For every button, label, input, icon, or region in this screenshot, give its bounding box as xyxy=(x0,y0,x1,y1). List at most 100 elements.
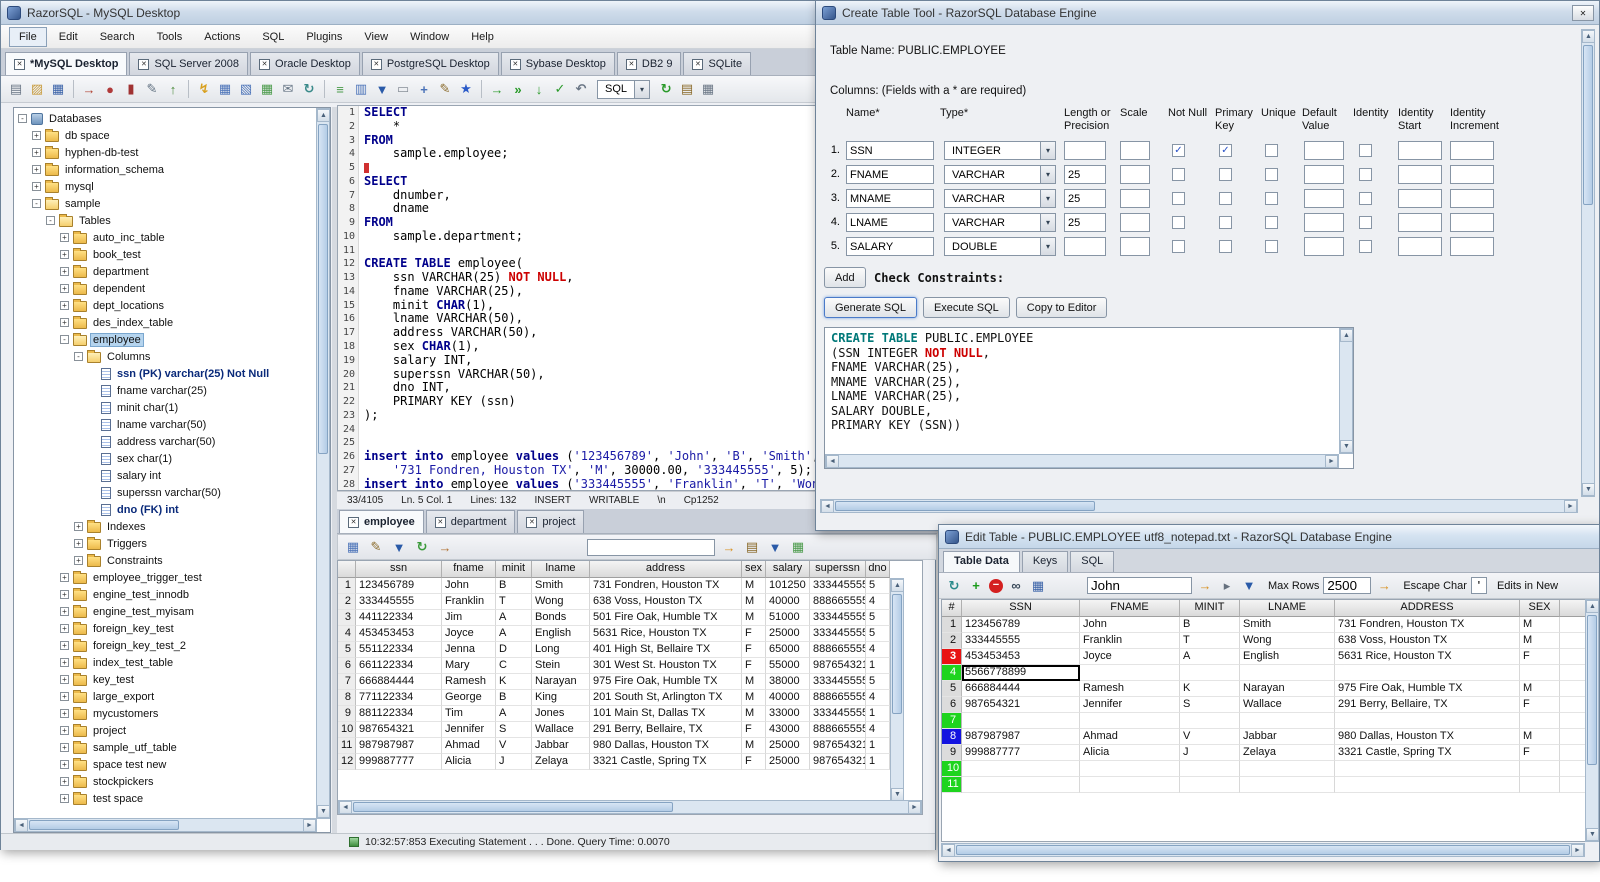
tree-item[interactable]: + department xyxy=(14,263,315,280)
close-tab-icon[interactable]: ✕ xyxy=(370,58,382,70)
generated-sql-box[interactable]: CREATE TABLE PUBLIC.EMPLOYEE (SSN INTEGER… xyxy=(824,327,1354,469)
tab-sql-server-2008[interactable]: ✕ SQL Server 2008 xyxy=(129,52,249,75)
cell[interactable]: Wallace xyxy=(1240,697,1335,713)
cell[interactable]: 980 Dallas, Houston TX xyxy=(1335,729,1520,745)
tree-item[interactable]: + Constraints xyxy=(14,552,315,569)
cell[interactable]: F xyxy=(742,754,766,770)
column-name-input[interactable] xyxy=(846,213,934,232)
edit-hscroll-thumb[interactable] xyxy=(956,845,1570,855)
cell[interactable]: V xyxy=(496,738,532,754)
cell[interactable]: F xyxy=(1520,649,1560,665)
tab-sybase-desktop[interactable]: ✕ Sybase Desktop xyxy=(500,52,615,75)
combo-arrow-icon[interactable]: ▾ xyxy=(1040,142,1055,159)
cell[interactable]: 666884444 xyxy=(962,681,1080,697)
identity-increment-input[interactable] xyxy=(1450,141,1494,160)
tree-expander-icon[interactable]: - xyxy=(32,199,41,208)
find-icon[interactable]: ∞ xyxy=(1007,577,1025,595)
tree-expander-icon[interactable]: + xyxy=(32,165,41,174)
cell[interactable]: 5631 Rice, Houston TX xyxy=(1335,649,1520,665)
column-name-input[interactable] xyxy=(846,237,934,256)
tree-expander-icon[interactable]: + xyxy=(60,573,69,582)
cell[interactable]: 975 Fire Oak, Humble TX xyxy=(590,674,742,690)
cell[interactable]: 1 xyxy=(866,658,890,674)
cell[interactable] xyxy=(1240,761,1335,777)
tree-item[interactable]: lname varchar(50) xyxy=(14,416,315,433)
tree-expander-icon[interactable]: + xyxy=(60,250,69,259)
cell[interactable]: M xyxy=(742,738,766,754)
refresh-results-icon[interactable]: ↻ xyxy=(413,538,431,556)
length-input[interactable] xyxy=(1064,165,1106,184)
tree-expander-icon[interactable]: + xyxy=(60,794,69,803)
column-name-input[interactable] xyxy=(846,141,934,160)
results-hscroll-thumb[interactable] xyxy=(353,802,673,812)
tree-item[interactable]: + db space xyxy=(14,127,315,144)
scale-input[interactable] xyxy=(1120,237,1150,256)
cell[interactable]: Ahmad xyxy=(1080,729,1180,745)
tree-item[interactable]: + Indexes xyxy=(14,518,315,535)
import-icon[interactable]: → xyxy=(80,80,98,98)
cell[interactable]: F xyxy=(1520,697,1560,713)
tree-expander-icon[interactable]: + xyxy=(60,760,69,769)
locate-icon[interactable]: ▸ xyxy=(1218,577,1236,595)
cell[interactable]: 101250 xyxy=(766,578,810,594)
tree-item[interactable]: + Triggers xyxy=(14,535,315,552)
tab-sql[interactable]: SQL xyxy=(1070,551,1115,572)
cell[interactable]: K xyxy=(496,674,532,690)
open-file-icon[interactable]: ▨ xyxy=(28,80,46,98)
export-grid-icon[interactable]: ▦ xyxy=(789,538,807,556)
cell[interactable]: 888665555 xyxy=(810,642,866,658)
cell[interactable]: 4 xyxy=(866,642,890,658)
identity-start-input[interactable] xyxy=(1398,237,1442,256)
cell[interactable]: Joyce xyxy=(442,626,496,642)
cell[interactable] xyxy=(1560,697,1586,713)
scroll-down-icon[interactable]: ▼ xyxy=(317,805,330,818)
cell[interactable] xyxy=(1335,665,1520,681)
tree-hscrollbar[interactable]: ◄ ► xyxy=(14,818,317,832)
cell[interactable]: Wong xyxy=(1240,633,1335,649)
cell[interactable]: Smith xyxy=(532,578,590,594)
identity-checkbox[interactable] xyxy=(1359,192,1372,205)
cell[interactable]: 441122334 xyxy=(356,610,442,626)
default-value-input[interactable] xyxy=(1304,141,1344,160)
tree-item[interactable]: fname varchar(25) xyxy=(14,382,315,399)
scroll-up-icon[interactable]: ▲ xyxy=(891,579,904,592)
tree-item[interactable]: + employee_trigger_test xyxy=(14,569,315,586)
close-tab-icon[interactable]: ✕ xyxy=(348,516,359,528)
cell[interactable]: George xyxy=(442,690,496,706)
not-null-checkbox[interactable] xyxy=(1172,168,1185,181)
cell[interactable]: F xyxy=(1520,745,1560,761)
cell[interactable]: Narayan xyxy=(1240,681,1335,697)
cell[interactable]: 987654321 xyxy=(810,738,866,754)
save-edits-icon[interactable]: ▦ xyxy=(1029,577,1047,595)
cell[interactable]: F xyxy=(742,658,766,674)
cell[interactable]: Wong xyxy=(532,594,590,610)
menu-window[interactable]: Window xyxy=(400,27,459,47)
tab-table-data[interactable]: Table Data xyxy=(943,551,1020,572)
cell[interactable]: 987987987 xyxy=(962,729,1080,745)
cell[interactable]: Long xyxy=(532,642,590,658)
cell[interactable]: A xyxy=(496,610,532,626)
column-header[interactable]: address xyxy=(590,561,742,578)
unique-checkbox[interactable] xyxy=(1265,168,1278,181)
tree-expander-icon[interactable]: + xyxy=(60,709,69,718)
tree-item[interactable]: + mysql xyxy=(14,178,315,195)
cell[interactable]: 3321 Castle, Spring TX xyxy=(1335,745,1520,761)
tree-expander-icon[interactable]: + xyxy=(60,641,69,650)
menu-help[interactable]: Help xyxy=(461,27,504,47)
tree-item[interactable]: + foreign_key_test xyxy=(14,620,315,637)
default-value-input[interactable] xyxy=(1304,237,1344,256)
cell[interactable]: Tim xyxy=(442,706,496,722)
cell[interactable]: M xyxy=(1520,633,1560,649)
cell[interactable]: 638 Voss, Houston TX xyxy=(590,594,742,610)
delete-row-icon[interactable]: − xyxy=(989,578,1003,593)
tree-expander-icon[interactable]: + xyxy=(60,233,69,242)
identity-checkbox[interactable] xyxy=(1359,240,1372,253)
identity-checkbox[interactable] xyxy=(1359,216,1372,229)
cell[interactable]: English xyxy=(532,626,590,642)
tab-oracle-desktop[interactable]: ✕ Oracle Desktop xyxy=(250,52,360,75)
close-tab-icon[interactable]: ✕ xyxy=(138,58,150,70)
cell[interactable]: 38000 xyxy=(766,674,810,690)
length-input[interactable] xyxy=(1064,189,1106,208)
add-row-icon[interactable]: + xyxy=(967,577,985,595)
tree-item[interactable]: + engine_test_innodb xyxy=(14,586,315,603)
